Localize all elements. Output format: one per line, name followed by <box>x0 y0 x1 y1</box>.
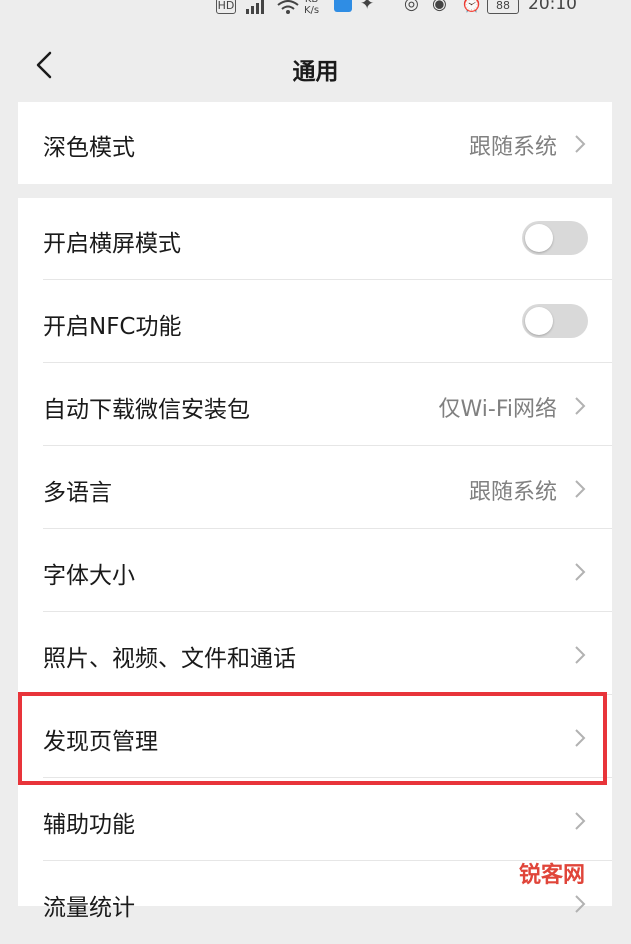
divider <box>43 777 612 778</box>
nfc-toggle[interactable] <box>522 304 588 338</box>
row-label: 字体大小 <box>43 563 135 589</box>
watermark: 锐客网 <box>518 863 585 888</box>
chevron-right-icon <box>575 397 586 415</box>
eye-comfort-icon: ◉ <box>432 0 447 14</box>
general-settings-section: 开启横屏模式 开启NFC功能 自动下载微信安装包 仅Wi-Fi网络 多语言 跟随… <box>18 198 612 921</box>
network-speed: KB K/s <box>304 0 320 16</box>
row-value: 跟随系统 <box>468 480 557 505</box>
page-title: 通用 <box>292 59 339 85</box>
wifi-icon <box>277 0 299 14</box>
dark-mode-row[interactable]: 深色模式 跟随系统 <box>18 102 612 184</box>
row-label: 照片、视频、文件和通话 <box>43 646 296 672</box>
battery-indicator: 88 <box>487 0 519 14</box>
font-size-row[interactable]: 字体大小 <box>18 530 612 612</box>
media-files-calls-row[interactable]: 照片、视频、文件和通话 <box>18 613 612 695</box>
chevron-right-icon <box>575 563 586 581</box>
notification-icon: ✦ <box>360 0 375 14</box>
appearance-section: 深色模式 跟随系统 <box>18 102 612 184</box>
row-value: 仅Wi-Fi网络 <box>438 397 558 422</box>
signal-icon <box>246 0 264 14</box>
divider <box>43 279 612 280</box>
clock: 20:10 <box>528 0 577 14</box>
row-label: 深色模式 <box>43 135 135 161</box>
row-label: 自动下载微信安装包 <box>43 397 250 423</box>
divider <box>43 611 612 612</box>
nav-bar: 通用 <box>0 22 631 102</box>
chevron-right-icon <box>575 895 586 913</box>
discover-management-row[interactable]: 发现页管理 <box>18 696 612 778</box>
hd-badge: HD <box>216 0 236 14</box>
chevron-right-icon <box>575 812 586 830</box>
divider <box>43 362 612 363</box>
row-label: 辅助功能 <box>43 812 135 838</box>
landscape-mode-toggle[interactable] <box>522 221 588 255</box>
chevron-right-icon <box>575 480 586 498</box>
alarm-icon: ⏰ <box>461 0 483 14</box>
row-label: 开启横屏模式 <box>43 231 181 257</box>
weather-app-icon <box>334 0 352 12</box>
status-bar: HD KB K/s ✦ ◎ ◉ ⏰ 88 20:10 <box>0 0 631 22</box>
auto-download-row[interactable]: 自动下载微信安装包 仅Wi-Fi网络 <box>18 364 612 446</box>
divider <box>43 694 612 695</box>
nfc-icon: ◎ <box>404 0 419 14</box>
divider <box>43 528 612 529</box>
toggle-knob <box>525 307 553 335</box>
chevron-right-icon <box>575 135 586 153</box>
chevron-right-icon <box>575 646 586 664</box>
accessibility-row[interactable]: 辅助功能 <box>18 779 612 861</box>
language-row[interactable]: 多语言 跟随系统 <box>18 447 612 529</box>
nfc-row: 开启NFC功能 <box>18 281 612 363</box>
row-label: 多语言 <box>43 480 112 506</box>
landscape-mode-row: 开启横屏模式 <box>18 198 612 280</box>
row-label: 流量统计 <box>43 895 135 921</box>
divider <box>43 445 612 446</box>
row-label: 发现页管理 <box>43 729 158 755</box>
row-label: 开启NFC功能 <box>43 314 182 340</box>
toggle-knob <box>525 224 553 252</box>
chevron-right-icon <box>575 729 586 747</box>
row-value: 跟随系统 <box>468 135 557 160</box>
